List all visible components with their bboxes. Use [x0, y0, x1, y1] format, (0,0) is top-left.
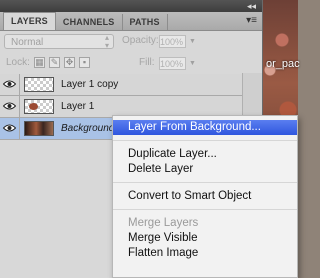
- eye-icon: [3, 124, 16, 132]
- tab-channels[interactable]: CHANNELS: [56, 14, 123, 30]
- panel-menu-icon[interactable]: ▾≡: [246, 15, 257, 26]
- layer-context-menu: Layer From Background... Duplicate Layer…: [112, 115, 298, 278]
- visibility-toggle[interactable]: [0, 74, 20, 95]
- blend-mode-select[interactable]: Normal ▴ ▾: [4, 33, 114, 50]
- eye-icon: [3, 80, 16, 88]
- layer-name[interactable]: Background: [61, 118, 114, 139]
- menu-item-duplicate-layer[interactable]: Duplicate Layer...: [113, 147, 297, 162]
- menu-item-delete-layer[interactable]: Delete Layer: [113, 162, 297, 177]
- select-arrows-icon: ▴ ▾: [104, 33, 109, 50]
- layer-row-layer-1-copy[interactable]: Layer 1 copy: [0, 74, 242, 96]
- lock-label: Lock:: [6, 57, 30, 68]
- layer-thumbnail: [24, 77, 54, 92]
- menu-separator: [113, 140, 297, 141]
- blend-mode-value: Normal: [11, 37, 44, 48]
- fill-dropdown-icon[interactable]: ▼: [189, 60, 196, 67]
- layer-thumbnail: [24, 99, 54, 114]
- lock-transparent-icon[interactable]: ▦: [34, 57, 45, 68]
- tab-paths[interactable]: PATHS: [123, 14, 168, 30]
- menu-item-flatten-image[interactable]: Flatten Image: [113, 246, 297, 261]
- opacity-label: Opacity:: [122, 35, 159, 46]
- tab-layers[interactable]: LAYERS: [3, 12, 56, 30]
- lock-row: Lock: ▦ ✎ ✥ ▪ Fill: 100% ▼: [0, 53, 262, 75]
- thumbnail-content: [29, 103, 38, 110]
- panel-tabs: LAYERS CHANNELS PATHS ▾≡: [0, 12, 262, 31]
- eye-icon: [3, 102, 16, 110]
- blend-row: Normal ▴ ▾ Opacity: 100% ▼: [0, 31, 262, 53]
- opacity-dropdown-icon[interactable]: ▼: [189, 38, 196, 45]
- menu-item-layer-from-background[interactable]: Layer From Background...: [113, 120, 297, 135]
- menu-item-convert-to-smart-object[interactable]: Convert to Smart Object: [113, 189, 297, 204]
- layer-name[interactable]: Layer 1 copy: [61, 74, 118, 95]
- canvas-text: or_pac: [266, 58, 300, 70]
- fill-field[interactable]: 100%: [159, 57, 186, 70]
- menu-item-merge-visible[interactable]: Merge Visible: [113, 231, 297, 246]
- opacity-field[interactable]: 100%: [159, 35, 186, 48]
- layer-name[interactable]: Layer 1: [61, 96, 94, 117]
- menu-item-merge-layers: Merge Layers: [128, 217, 199, 229]
- panel-title-bar[interactable]: ◂◂: [0, 0, 262, 12]
- lock-all-icon[interactable]: ▪: [79, 57, 90, 68]
- layer-thumbnail: [24, 121, 54, 136]
- lock-move-icon[interactable]: ✥: [64, 57, 75, 68]
- lock-brush-icon[interactable]: ✎: [49, 57, 60, 68]
- menu-separator: [113, 209, 297, 210]
- fill-label: Fill:: [139, 57, 155, 68]
- collapse-icon[interactable]: ◂◂: [247, 0, 256, 12]
- menu-separator: [113, 182, 297, 183]
- visibility-toggle[interactable]: [0, 96, 20, 117]
- visibility-toggle[interactable]: [0, 118, 20, 139]
